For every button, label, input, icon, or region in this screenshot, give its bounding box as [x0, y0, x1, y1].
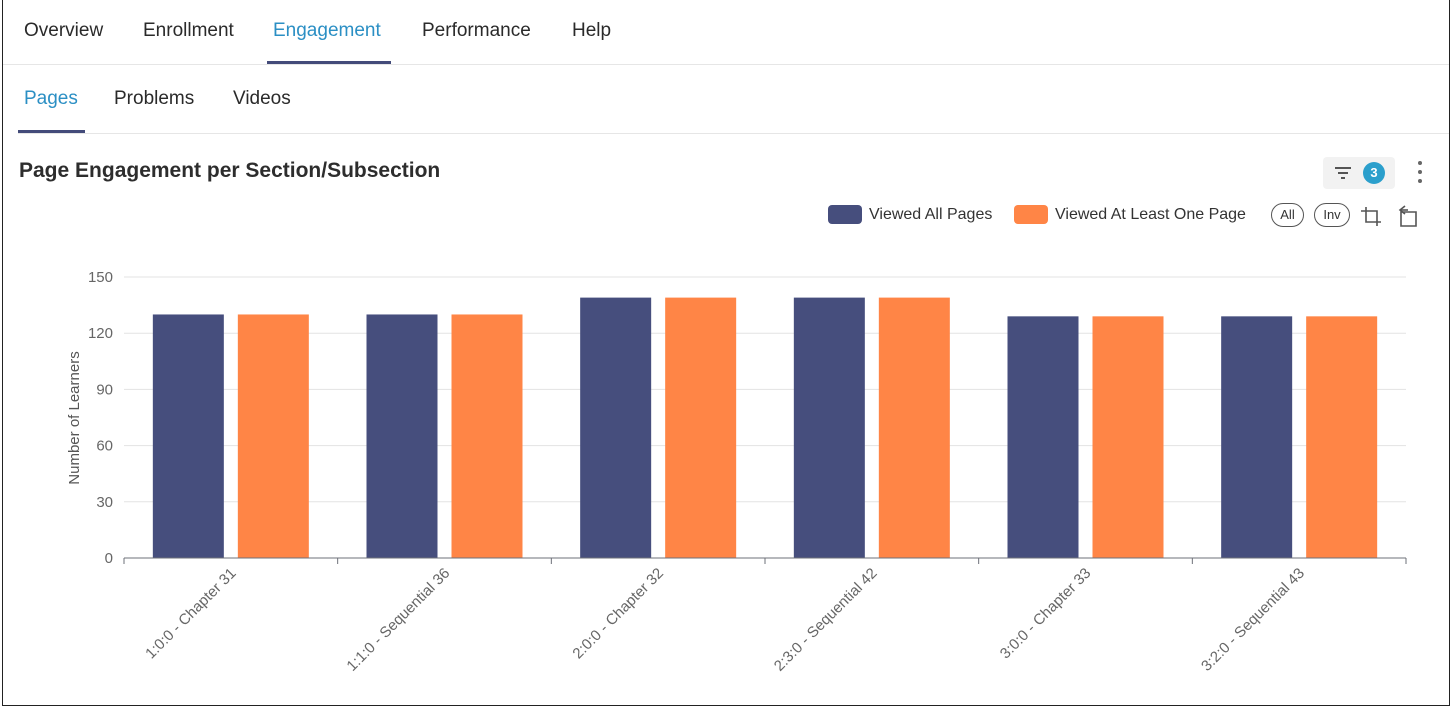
subtab-problems[interactable]: Problems: [114, 65, 194, 134]
bar-viewed-at-least-one-page[interactable]: [451, 314, 523, 558]
active-tab-indicator: [267, 61, 391, 64]
bar-viewed-all-pages[interactable]: [580, 297, 652, 558]
active-subtab-indicator: [18, 130, 85, 133]
engagement-bar-chart: 0 30 60 90 120 150 1:0:0 - Chapter 31 1:1:0 - S…: [66, 269, 1407, 675]
legend-label-viewed-all: Viewed All Pages: [869, 206, 993, 223]
x-tick-label: 1:0:0 - Chapter 31: [142, 565, 240, 663]
filter-icon: [1335, 167, 1351, 179]
legend-label-viewed-one: Viewed At Least One Page: [1055, 206, 1246, 223]
tab-help[interactable]: Help: [572, 0, 611, 65]
card-title: Page Engagement per Section/Subsection: [19, 159, 441, 182]
bar-viewed-all-pages[interactable]: [793, 297, 865, 558]
y-tick-label: 90: [96, 381, 113, 398]
kebab-menu-icon[interactable]: [1412, 159, 1428, 187]
bar-viewed-at-least-one-page[interactable]: [1092, 316, 1164, 558]
bar-viewed-at-least-one-page[interactable]: [237, 314, 309, 558]
x-tick-label: 3:2:0 - Sequential 43: [1198, 565, 1308, 675]
tab-engagement[interactable]: Engagement: [273, 0, 381, 65]
tab-performance[interactable]: Performance: [422, 0, 531, 65]
legend-item-viewed-one[interactable]: Viewed At Least One Page: [1014, 203, 1264, 227]
subtab-pages[interactable]: Pages: [24, 65, 78, 134]
tab-enrollment[interactable]: Enrollment: [143, 0, 234, 65]
y-tick-label: 30: [96, 494, 113, 511]
filter-button[interactable]: 3: [1323, 157, 1395, 189]
x-tick-label: 2:3:0 - Sequential 42: [771, 565, 881, 675]
bar-viewed-at-least-one-page[interactable]: [878, 297, 950, 558]
x-tick-label: 3:0:0 - Chapter 33: [997, 565, 1095, 663]
sub-navigation: Pages Problems Videos: [18, 65, 1449, 134]
x-tick-label: 2:0:0 - Chapter 32: [569, 565, 667, 663]
y-tick-label: 150: [88, 269, 113, 286]
bar-viewed-at-least-one-page[interactable]: [1306, 316, 1378, 558]
filter-count-badge: 3: [1363, 162, 1385, 184]
bar-viewed-all-pages[interactable]: [1007, 316, 1079, 558]
tab-overview[interactable]: Overview: [24, 0, 103, 65]
y-axis-label: Number of Learners: [66, 351, 83, 484]
bar-viewed-all-pages[interactable]: [152, 314, 224, 558]
legend-inverse-button[interactable]: Inv: [1314, 203, 1350, 227]
legend-swatch-viewed-all: [828, 205, 862, 224]
top-navigation: Overview Enrollment Engagement Performan…: [3, 0, 1449, 65]
y-tick-label: 60: [96, 438, 113, 455]
app-frame: Overview Enrollment Engagement Performan…: [2, 0, 1450, 706]
legend-swatch-viewed-one: [1014, 205, 1048, 224]
y-tick-label: 0: [105, 550, 113, 567]
bar-viewed-at-least-one-page[interactable]: [665, 297, 737, 558]
legend-select-all-button[interactable]: All: [1271, 203, 1304, 227]
bar-viewed-all-pages[interactable]: [1221, 316, 1293, 558]
zoom-reset-icon[interactable]: [1396, 205, 1418, 227]
subtab-videos[interactable]: Videos: [233, 65, 291, 134]
x-tick-label: 1:1:0 - Sequential 36: [343, 565, 453, 675]
bar-viewed-all-pages[interactable]: [366, 314, 438, 558]
y-tick-label: 120: [88, 325, 113, 342]
data-zoom-icon[interactable]: [1360, 205, 1382, 227]
legend-item-viewed-all[interactable]: Viewed All Pages: [828, 203, 1008, 227]
